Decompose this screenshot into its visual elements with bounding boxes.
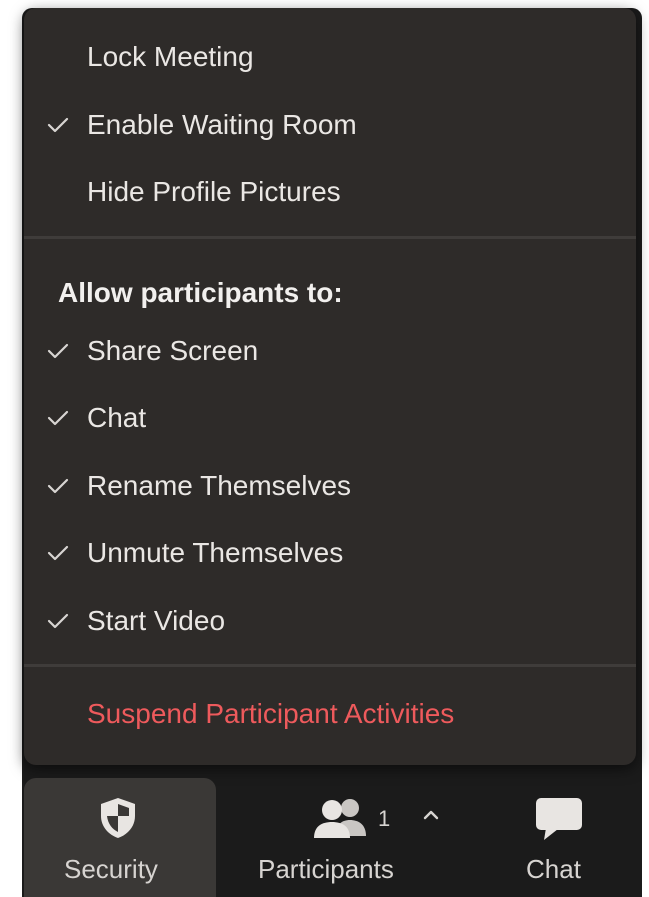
participants-button[interactable]: 1 Participants	[244, 778, 439, 897]
menu-item-label: Unmute Themselves	[87, 537, 344, 568]
checkmark-icon	[46, 406, 70, 430]
security-menu: Lock Meeting Enable Waiting Room Hide Pr…	[24, 8, 636, 765]
chat-label: Chat	[526, 854, 581, 884]
menu-item-label: Enable Waiting Room	[87, 109, 357, 140]
menu-item-rename-themselves[interactable]: Rename Themselves	[24, 453, 636, 519]
menu-item-label: Suspend Participant Activities	[87, 698, 455, 729]
checkmark-icon	[46, 113, 70, 137]
menu-item-label: Start Video	[87, 605, 226, 636]
menu-divider	[24, 664, 636, 667]
menu-item-label: Hide Profile Pictures	[87, 176, 341, 207]
checkmark-icon	[46, 541, 70, 565]
checkmark-icon	[46, 339, 70, 363]
menu-item-suspend-participant-activities[interactable]: Suspend Participant Activities	[24, 681, 636, 747]
chevron-up-icon[interactable]	[422, 808, 440, 822]
section-title-allow-participants: Allow participants to:	[58, 277, 343, 308]
shield-icon	[98, 796, 138, 840]
menu-item-label: Share Screen	[87, 335, 259, 366]
checkmark-icon	[46, 474, 70, 498]
menu-item-label: Chat	[87, 402, 147, 433]
participants-label: Participants	[258, 854, 394, 884]
menu-item-label: Rename Themselves	[87, 470, 352, 501]
menu-item-label: Lock Meeting	[87, 41, 254, 72]
checkmark-icon	[46, 609, 70, 633]
zoom-window: Lock Meeting Enable Waiting Room Hide Pr…	[0, 0, 649, 897]
meeting-toolbar: Security 1 Participants Chat	[22, 778, 642, 897]
chat-bubble-icon	[534, 796, 584, 842]
security-button[interactable]: Security	[24, 778, 216, 897]
participants-icon	[310, 796, 372, 840]
menu-divider	[24, 236, 636, 239]
menu-item-hide-profile-pictures[interactable]: Hide Profile Pictures	[24, 159, 636, 225]
menu-item-start-video[interactable]: Start Video	[24, 588, 636, 654]
chat-button[interactable]: Chat	[500, 778, 618, 897]
menu-item-chat[interactable]: Chat	[24, 385, 636, 451]
menu-item-enable-waiting-room[interactable]: Enable Waiting Room	[24, 92, 636, 158]
security-label: Security	[64, 854, 158, 884]
participant-count: 1	[378, 806, 391, 831]
menu-item-lock-meeting[interactable]: Lock Meeting	[24, 24, 636, 90]
menu-item-share-screen[interactable]: Share Screen	[24, 318, 636, 384]
menu-item-unmute-themselves[interactable]: Unmute Themselves	[24, 520, 636, 586]
